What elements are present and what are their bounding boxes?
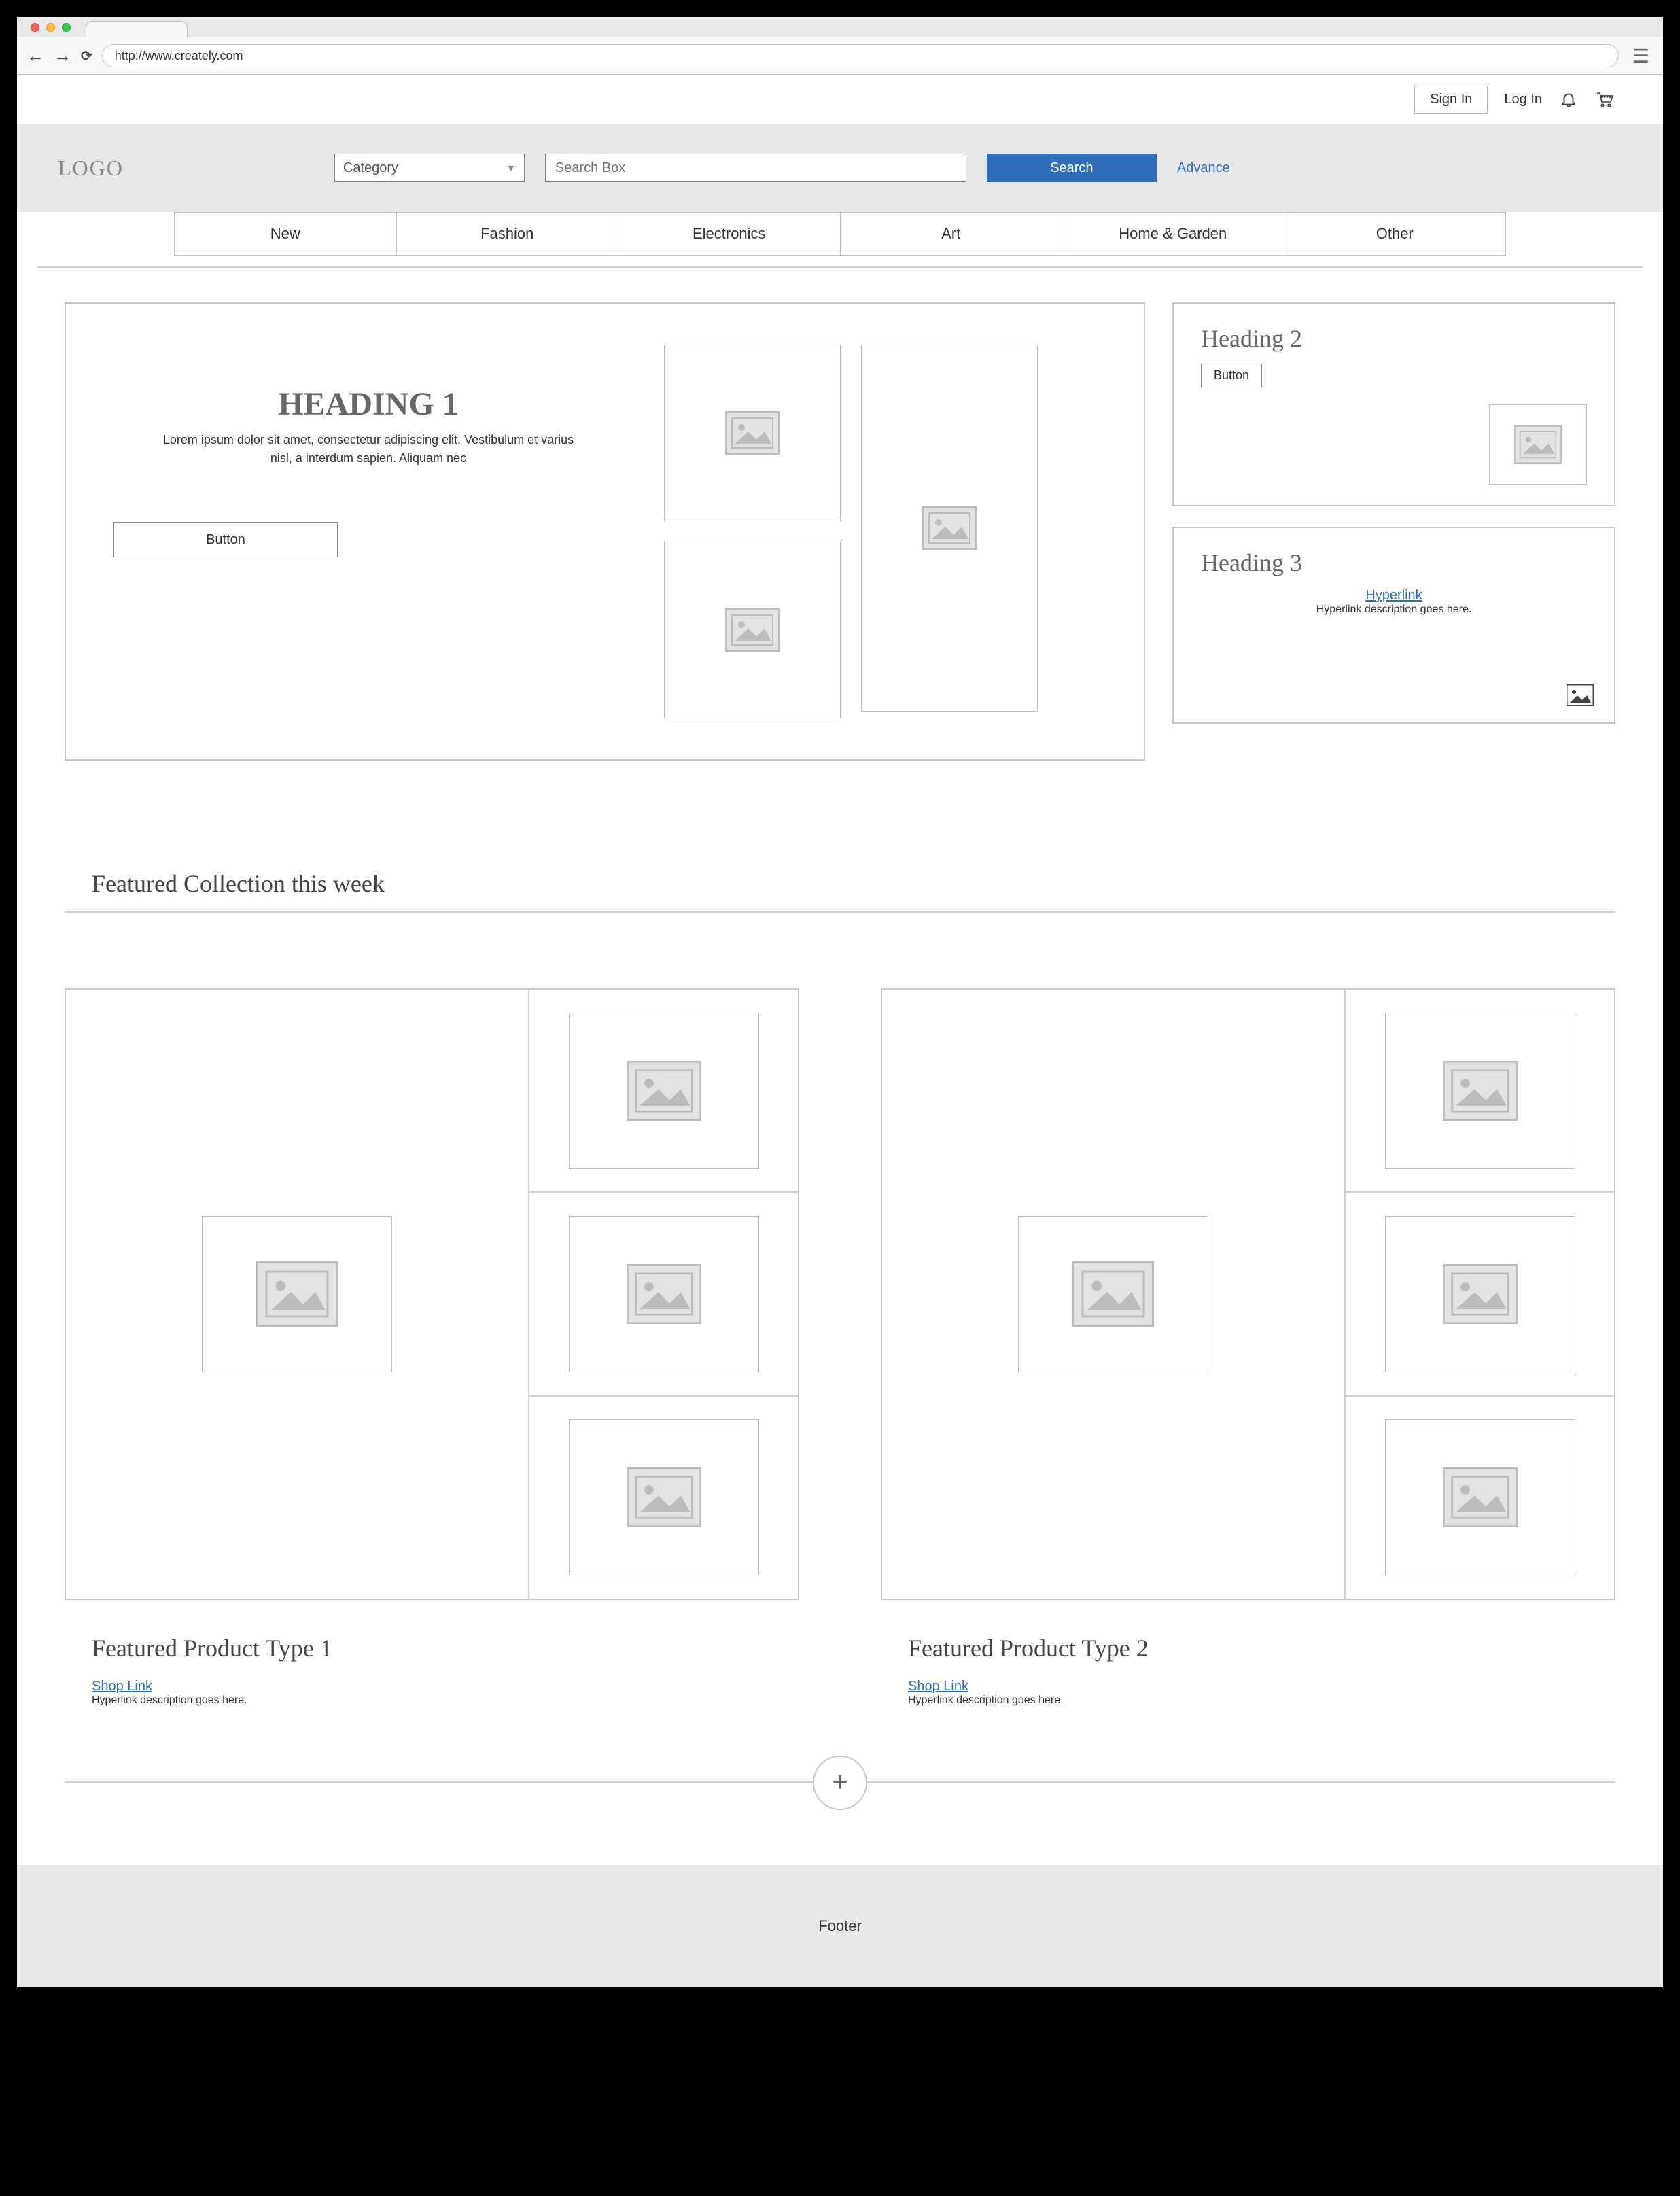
featured2-main-image: [882, 990, 1344, 1599]
featured1-thumb-2[interactable]: [529, 1193, 798, 1396]
minimize-window-icon[interactable]: [46, 23, 55, 32]
featured1-desc: Hyperlink description goes here.: [92, 1694, 799, 1707]
featured-section-title: Featured Collection this week: [92, 869, 1615, 898]
notification-icon[interactable]: [1558, 89, 1579, 109]
aside3-desc: Hyperlink description goes here.: [1201, 604, 1587, 616]
featured-card-2: Featured Product Type 2 Shop Link Hyperl…: [881, 988, 1615, 1707]
nav-tab-new[interactable]: New: [175, 213, 397, 255]
browser-chrome: ← → ⟳ ☰: [17, 17, 1663, 75]
search-button[interactable]: Search: [987, 154, 1157, 182]
featured1-main-image: [66, 990, 528, 1599]
hero-image-1: [664, 345, 841, 521]
hero-image-2: [664, 542, 841, 718]
featured2-desc: Hyperlink description goes here.: [908, 1694, 1615, 1707]
log-in-link[interactable]: Log In: [1504, 92, 1542, 107]
category-label: Category: [343, 160, 398, 176]
maximize-window-icon[interactable]: [62, 23, 71, 32]
nav-tab-fashion[interactable]: Fashion: [397, 213, 619, 255]
search-input[interactable]: [545, 154, 966, 182]
aside-heading3-panel: Heading 3 Hyperlink Hyperlink descriptio…: [1172, 527, 1615, 724]
featured1-thumb-1[interactable]: [529, 990, 798, 1193]
close-window-icon[interactable]: [31, 23, 39, 32]
browser-window: ← → ⟳ ☰ Sign In Log In LOGO Category ▼ S…: [16, 16, 1664, 1988]
featured1-shop-link[interactable]: Shop Link: [92, 1679, 152, 1694]
aside2-image: [1489, 404, 1587, 485]
aside2-button[interactable]: Button: [1201, 364, 1262, 387]
aside3-image-icon: [1567, 684, 1594, 706]
featured2-title: Featured Product Type 2: [908, 1634, 1615, 1662]
plus-icon: +: [832, 1767, 847, 1798]
nav-tab-art[interactable]: Art: [841, 213, 1063, 255]
footer: Footer: [17, 1865, 1663, 1987]
main-content: HEADING 1 Lorem ipsum dolor sit amet, co…: [17, 268, 1663, 1783]
browser-tab[interactable]: [86, 21, 188, 37]
aside-heading3: Heading 3: [1201, 548, 1587, 577]
aside-heading2: Heading 2: [1201, 324, 1587, 353]
featured-card-1: Featured Product Type 1 Shop Link Hyperl…: [65, 988, 799, 1707]
nav-tabs-row: New Fashion Electronics Art Home & Garde…: [17, 212, 1663, 262]
aside3-hyperlink[interactable]: Hyperlink: [1365, 588, 1422, 603]
load-more-divider: +: [65, 1781, 1615, 1783]
nav-tab-home-garden[interactable]: Home & Garden: [1062, 213, 1284, 255]
featured1-title: Featured Product Type 1: [92, 1634, 799, 1662]
featured1-thumb-3[interactable]: [529, 1397, 798, 1599]
forward-icon[interactable]: →: [54, 46, 71, 67]
hero-image-3: [861, 345, 1038, 712]
back-icon[interactable]: ←: [27, 46, 44, 67]
address-bar[interactable]: [102, 44, 1619, 67]
featured2-thumb-3[interactable]: [1346, 1397, 1614, 1599]
footer-text: Footer: [818, 1917, 862, 1935]
hero-button[interactable]: Button: [113, 522, 338, 557]
advance-link[interactable]: Advance: [1177, 160, 1230, 176]
nav-tab-other[interactable]: Other: [1284, 213, 1506, 255]
hero-paragraph: Lorem ipsum dolor sit amet, consectetur …: [151, 431, 586, 468]
menu-icon[interactable]: ☰: [1628, 45, 1653, 67]
hero-heading: HEADING 1: [113, 385, 623, 423]
featured2-shop-link[interactable]: Shop Link: [908, 1679, 968, 1694]
category-dropdown[interactable]: Category ▼: [334, 154, 525, 182]
logo: LOGO: [58, 156, 124, 181]
reload-icon[interactable]: ⟳: [81, 48, 92, 65]
chevron-down-icon: ▼: [506, 162, 516, 173]
utility-bar: Sign In Log In: [17, 75, 1663, 124]
aside-heading2-panel: Heading 2 Button: [1172, 302, 1615, 506]
cart-icon[interactable]: [1595, 89, 1615, 109]
load-more-button[interactable]: +: [813, 1756, 867, 1810]
sign-in-button[interactable]: Sign In: [1414, 86, 1488, 114]
featured-title-underline: [65, 911, 1615, 913]
window-controls: [21, 17, 80, 37]
featured2-thumb-2[interactable]: [1346, 1193, 1614, 1396]
search-band: LOGO Category ▼ Search Advance: [17, 124, 1663, 212]
hero-panel: HEADING 1 Lorem ipsum dolor sit amet, co…: [65, 302, 1145, 761]
nav-tab-electronics[interactable]: Electronics: [618, 213, 841, 255]
featured2-thumb-1[interactable]: [1346, 990, 1614, 1193]
